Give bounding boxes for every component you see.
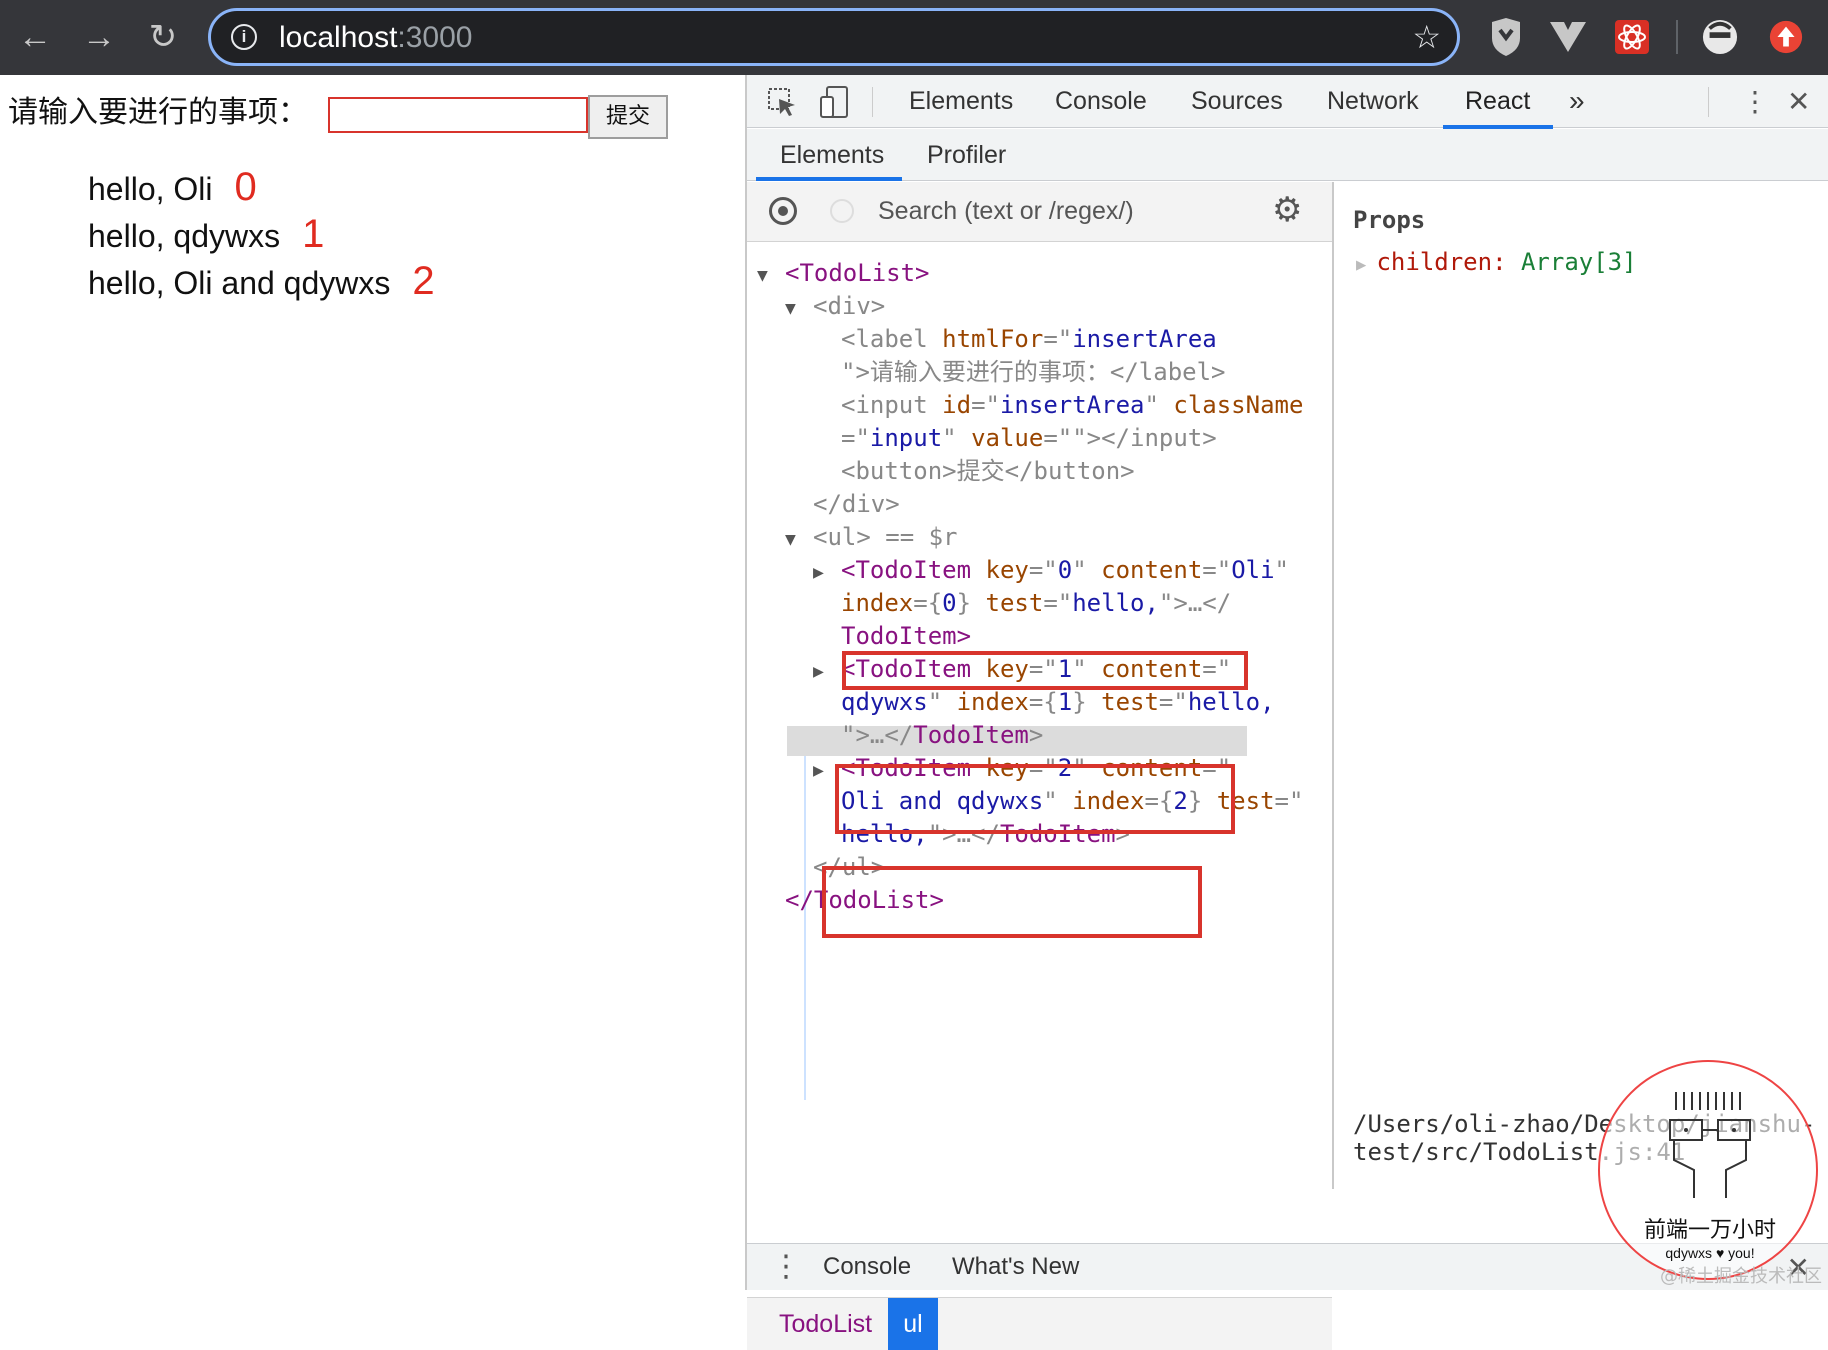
device-toolbar-icon[interactable] <box>819 85 851 119</box>
devtools-tabbar: Elements Console Sources Network React »… <box>747 75 1828 129</box>
list-item-text: hello, Oli <box>88 171 213 207</box>
subtab-elements[interactable]: Elements <box>780 139 884 171</box>
kebab-menu-icon[interactable]: ⋮ <box>1741 87 1769 117</box>
shield-extension-icon[interactable] <box>1488 18 1524 56</box>
list-item-index: 1 <box>302 212 325 256</box>
forward-arrow-icon[interactable]: → <box>78 16 120 58</box>
list-item[interactable]: hello, Oli and qdywxs 2 <box>88 259 435 306</box>
drawer-tab-console[interactable]: Console <box>823 1252 911 1282</box>
back-arrow-icon[interactable]: ← <box>14 16 56 58</box>
highlight-box-item-2 <box>822 866 1202 938</box>
tab-react[interactable]: React <box>1465 85 1530 117</box>
drawer-tab-whats-new[interactable]: What's New <box>952 1252 1079 1282</box>
watermark: @稀土掘金技术社区 <box>1660 1266 1822 1287</box>
submit-button[interactable]: 提交 <box>588 95 668 139</box>
highlight-box-item-0 <box>842 651 1248 690</box>
todo-list: hello, Oli 0 hello, qdywxs 1 hello, Oli an… <box>88 165 435 306</box>
bookmark-star-icon[interactable]: ☆ <box>1412 19 1441 55</box>
more-tabs-button[interactable]: » <box>1569 85 1585 117</box>
breadcrumb: TodoList ul <box>747 1297 1332 1350</box>
insert-area-label: 请输入要进行的事项： <box>8 95 308 130</box>
list-item-index: 0 <box>234 165 257 209</box>
tabbar-divider <box>1708 87 1709 117</box>
tab-console[interactable]: Console <box>1055 85 1147 117</box>
expand-triangle-icon[interactable]: ▶ <box>1356 255 1376 275</box>
gear-icon[interactable]: ⚙ <box>1272 192 1302 228</box>
breadcrumb-ul[interactable]: ul <box>888 1298 938 1350</box>
search-icon <box>830 199 854 223</box>
avatar[interactable] <box>1702 18 1738 56</box>
highlight-box-item-1 <box>835 764 1235 834</box>
mascot-logo-icon <box>1669 1092 1751 1198</box>
page-viewport: 请输入要进行的事项： 提交 hello, Oli 0 hello, qdywxs 1… <box>0 75 745 1290</box>
component-tree: Search (text or /regex/) ⚙ ▼ <TodoList> ▼… <box>747 182 1334 1350</box>
search-input[interactable]: Search (text or /regex/) <box>878 195 1134 227</box>
todo-input[interactable] <box>328 97 588 133</box>
stamp-title: 前端一万小时 <box>1643 1218 1776 1243</box>
reload-icon[interactable]: ↻ <box>142 16 184 58</box>
browser-toolbar: ← → ↻ i localhost:3000 ☆ <box>0 0 1828 75</box>
active-subtab-indicator <box>756 177 902 181</box>
tabbar-divider <box>872 87 873 117</box>
address-bar[interactable]: i localhost:3000 ☆ <box>208 8 1460 66</box>
tree-search-bar: Search (text or /regex/) ⚙ <box>747 182 1332 242</box>
stamp-subtitle: qdywxs ♥ you! <box>1665 1245 1755 1261</box>
list-item[interactable]: hello, Oli 0 <box>88 165 435 212</box>
tab-network[interactable]: Network <box>1327 85 1419 117</box>
list-item-text: hello, Oli and qdywxs <box>88 265 391 301</box>
list-item[interactable]: hello, qdywxs 1 <box>88 212 435 259</box>
props-title: Props <box>1353 206 1426 234</box>
address-bar-url[interactable]: localhost:3000 <box>279 21 472 55</box>
tab-sources[interactable]: Sources <box>1191 85 1283 117</box>
toolbar-divider <box>1676 20 1678 54</box>
inspect-element-icon[interactable] <box>767 87 797 117</box>
update-arrow-icon[interactable] <box>1768 18 1804 56</box>
react-subtabbar: Elements Profiler <box>747 129 1828 181</box>
breadcrumb-todolist[interactable]: TodoList <box>779 1308 872 1340</box>
close-icon[interactable]: ✕ <box>1787 87 1810 117</box>
drawer-menu-icon[interactable]: ⋮ <box>771 1250 801 1284</box>
vue-devtools-icon[interactable] <box>1550 18 1586 56</box>
list-item-text: hello, qdywxs <box>88 218 281 254</box>
prop-children[interactable]: ▶ children: Array[3] <box>1356 248 1637 276</box>
site-info-icon[interactable]: i <box>231 24 257 50</box>
subtab-profiler[interactable]: Profiler <box>927 139 1006 171</box>
list-item-index: 2 <box>412 259 435 303</box>
react-devtools-icon[interactable] <box>1614 18 1650 56</box>
author-stamp-logo: 前端一万小时 qdywxs ♥ you! <box>1598 1060 1818 1280</box>
tab-elements[interactable]: Elements <box>909 85 1013 117</box>
select-target-icon[interactable] <box>769 197 797 225</box>
